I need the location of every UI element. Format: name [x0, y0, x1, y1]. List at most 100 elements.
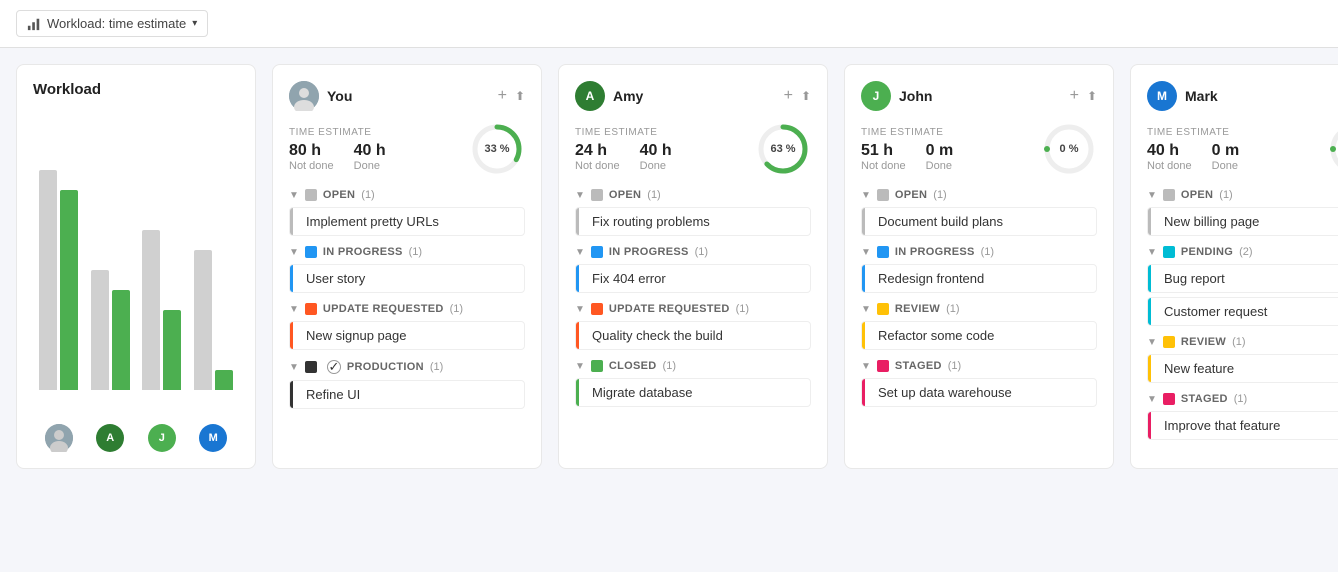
collapse-icon[interactable]: ⬆ [515, 89, 525, 103]
workload-btn-label: Workload: time estimate [47, 16, 186, 31]
task-item[interactable]: Fix 404 error [575, 264, 811, 293]
te-done: 0 m Done [926, 142, 954, 172]
chart-icon [27, 17, 41, 31]
donut-chart-you: 33 % [469, 121, 525, 177]
section-header[interactable]: ▼ IN PROGRESS (1) [575, 244, 811, 260]
section-name: OPEN [895, 189, 927, 201]
te-values: 80 h Not done 40 h Done [289, 142, 386, 172]
avatar-amy-sm: A [96, 424, 124, 452]
task-border [862, 379, 865, 406]
avatar-john: J [861, 81, 891, 111]
collapse-icon[interactable]: ⬆ [801, 89, 811, 103]
task-text: Refine UI [298, 387, 360, 402]
add-icon[interactable]: + [1070, 87, 1079, 105]
section-mark-0: ▼ OPEN (1) New billing page [1147, 187, 1338, 236]
section-count: (1) [409, 246, 422, 258]
bar-amy-gray [91, 270, 109, 390]
section-header[interactable]: ▼ REVIEW (1) [861, 301, 1097, 317]
section-count: (1) [450, 303, 463, 315]
te-left: TIME ESTIMATE 40 h Not done 0 m Done [1147, 127, 1239, 172]
bar-group-john [142, 110, 181, 390]
avatar-john-sm: J [148, 424, 176, 452]
task-item[interactable]: Redesign frontend [861, 264, 1097, 293]
section-john-0: ▼ OPEN (1) Document build plans [861, 187, 1097, 236]
section-header[interactable]: ▼ STAGED (1) [861, 358, 1097, 374]
main-content: Workload [0, 48, 1338, 485]
section-name: UPDATE REQUESTED [323, 303, 444, 315]
chevron-down-icon: ▾ [192, 18, 197, 29]
chevron-icon: ▼ [861, 304, 871, 315]
task-item[interactable]: New signup page [289, 321, 525, 350]
section-header[interactable]: ▼ UPDATE REQUESTED (1) [289, 301, 525, 317]
task-item[interactable]: Document build plans [861, 207, 1097, 236]
te-done: 0 m Done [1212, 142, 1240, 172]
section-header[interactable]: ▼ IN PROGRESS (1) [289, 244, 525, 260]
task-item[interactable]: Quality check the build [575, 321, 811, 350]
section-header[interactable]: ▼ OPEN (1) [575, 187, 811, 203]
section-dot [305, 361, 317, 373]
section-header[interactable]: ▼ PENDING (2) [1147, 244, 1338, 260]
add-icon[interactable]: + [498, 87, 507, 105]
section-header[interactable]: ▼ OPEN (1) [289, 187, 525, 203]
chevron-icon: ▼ [861, 190, 871, 201]
section-you-2: ▼ UPDATE REQUESTED (1) New signup page [289, 301, 525, 350]
te-left: TIME ESTIMATE 51 h Not done 0 m Done [861, 127, 953, 172]
section-you-3: ▼ ✓ PRODUCTION (1) Refine UI [289, 358, 525, 409]
chevron-icon: ▼ [289, 190, 299, 201]
task-item[interactable]: Improve that feature [1147, 411, 1338, 440]
te-not-done-label: Not done [289, 160, 334, 172]
task-item[interactable]: User story [289, 264, 525, 293]
card-amy: A Amy + ⬆ TIME ESTIMATE 24 h Not done 40… [558, 64, 828, 469]
te-values: 40 h Not done 0 m Done [1147, 142, 1239, 172]
task-text: User story [298, 271, 365, 286]
chevron-icon: ▼ [575, 304, 585, 315]
section-header[interactable]: ▼ IN PROGRESS (1) [861, 244, 1097, 260]
chart-area [33, 110, 239, 420]
chevron-icon: ▼ [289, 304, 299, 315]
section-header[interactable]: ▼ REVIEW (1) [1147, 334, 1338, 350]
task-item[interactable]: Fix routing problems [575, 207, 811, 236]
task-text: Refactor some code [870, 328, 994, 343]
donut-label: 33 % [484, 143, 509, 155]
task-item[interactable]: Refine UI [289, 380, 525, 409]
task-item[interactable]: Bug report [1147, 264, 1338, 293]
task-text: Set up data warehouse [870, 385, 1012, 400]
section-header[interactable]: ▼ UPDATE REQUESTED (1) [575, 301, 811, 317]
task-border [290, 208, 293, 235]
chevron-icon: ▼ [1147, 190, 1157, 201]
section-dot [305, 246, 317, 258]
task-item[interactable]: Implement pretty URLs [289, 207, 525, 236]
bar-amy-green [112, 290, 130, 390]
sections-amy: ▼ OPEN (1) Fix routing problems ▼ IN PRO… [575, 187, 811, 407]
task-text: Customer request [1156, 304, 1267, 319]
te-done: 40 h Done [354, 142, 386, 172]
task-item[interactable]: Customer request [1147, 297, 1338, 326]
task-border [290, 265, 293, 292]
te-done-label: Done [640, 160, 672, 172]
section-header[interactable]: ▼ OPEN (1) [1147, 187, 1338, 203]
section-count: (1) [948, 360, 961, 372]
task-item[interactable]: Refactor some code [861, 321, 1097, 350]
te-done-label: Done [926, 160, 954, 172]
task-item[interactable]: New feature [1147, 354, 1338, 383]
te-values: 24 h Not done 40 h Done [575, 142, 672, 172]
add-icon[interactable]: + [784, 87, 793, 105]
workload-button[interactable]: Workload: time estimate ▾ [16, 10, 208, 37]
section-header[interactable]: ▼ OPEN (1) [861, 187, 1097, 203]
section-header[interactable]: ▼ ✓ PRODUCTION (1) [289, 358, 525, 376]
avatar-row: A J M [33, 424, 239, 452]
task-text: Bug report [1156, 271, 1225, 286]
section-dot [877, 303, 889, 315]
section-dot [591, 360, 603, 372]
task-item[interactable]: Set up data warehouse [861, 378, 1097, 407]
collapse-icon[interactable]: ⬆ [1087, 89, 1097, 103]
task-text: Migrate database [584, 385, 692, 400]
task-item[interactable]: New billing page [1147, 207, 1338, 236]
section-amy-0: ▼ OPEN (1) Fix routing problems [575, 187, 811, 236]
section-header[interactable]: ▼ CLOSED (1) [575, 358, 811, 374]
card-header-mark: M Mark + ⬆ [1147, 81, 1338, 111]
card-header-left: You [289, 81, 352, 111]
task-item[interactable]: Migrate database [575, 378, 811, 407]
task-text: Redesign frontend [870, 271, 984, 286]
section-header[interactable]: ▼ STAGED (1) [1147, 391, 1338, 407]
